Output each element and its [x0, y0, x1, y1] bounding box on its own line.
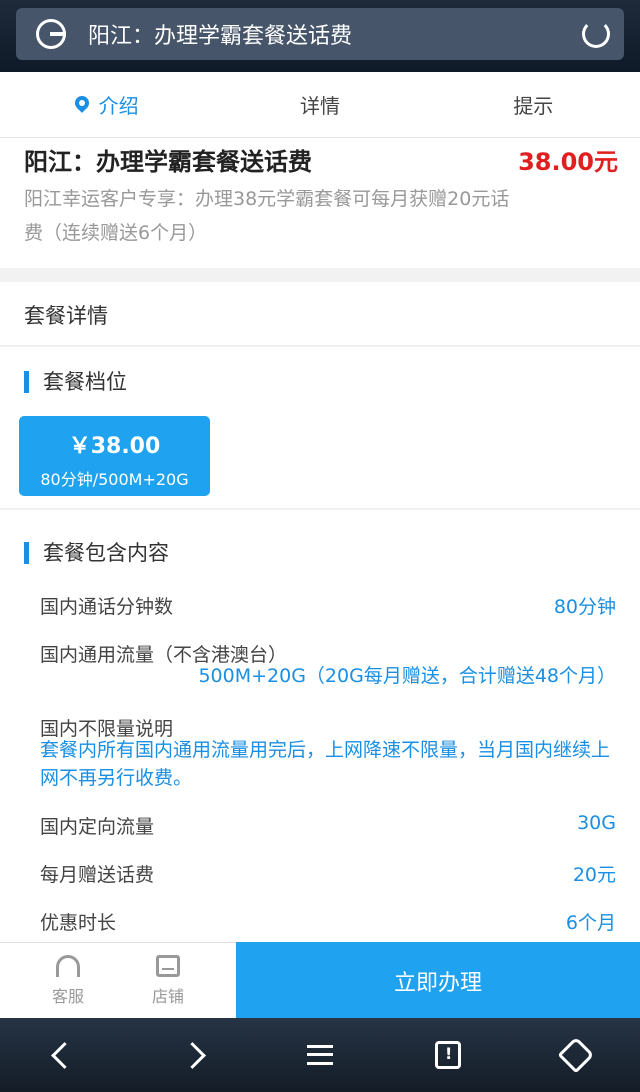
tabs-icon	[435, 1041, 461, 1069]
tab-tips[interactable]: 提示	[427, 72, 640, 137]
url-bar-text: 阳江：办理学霸套餐送话费	[88, 24, 353, 49]
tier-title: 套餐档位	[24, 371, 127, 393]
package-title: 阳江：办理学霸套餐送话费	[24, 148, 312, 176]
row-value-duration: 6个月	[565, 912, 616, 934]
tab-details-label: 详情	[299, 94, 340, 118]
browser-logo-icon[interactable]	[36, 19, 66, 49]
contents-section: 套餐包含内容 国内通话分钟数 80分钟 国内通用流量（不含港澳台） 500M+2…	[0, 510, 640, 942]
forward-icon[interactable]	[162, 1025, 222, 1085]
menu-button[interactable]	[290, 1025, 350, 1085]
package-price: 38.00元	[518, 148, 618, 176]
bottom-action-bar: 客服 店铺 立即办理	[0, 942, 640, 1019]
row-value-targeted: 30G	[577, 812, 616, 834]
back-icon[interactable]	[34, 1025, 94, 1085]
row-value-data: 500M+20G（20G每月赠送，合计赠送48个月）	[198, 665, 616, 687]
location-pin-icon	[75, 96, 89, 114]
menu-icon	[307, 1045, 333, 1065]
system-nav-bar	[0, 1018, 640, 1092]
apply-now-button[interactable]: 立即办理	[236, 942, 640, 1019]
tab-details[interactable]: 详情	[213, 72, 426, 137]
package-description: 阳江幸运客户专享：办理38元学霸套餐可每月获赠20元话费（连续赠送6个月）	[24, 188, 510, 244]
row-value-bonus: 20元	[572, 864, 616, 886]
contents-title: 套餐包含内容	[24, 542, 169, 564]
url-bar[interactable]: 阳江：办理学霸套餐送话费	[16, 8, 624, 60]
shop-label: 店铺	[151, 987, 184, 1006]
row-label-duration: 优惠时长	[40, 912, 117, 934]
tab-bar: 介绍 详情 提示	[0, 72, 640, 138]
home-icon	[557, 1036, 595, 1074]
intro-section: 阳江：办理学霸套餐送话费 38.00元 阳江幸运客户专享：办理38元学霸套餐可每…	[0, 138, 640, 268]
top-bar: 阳江：办理学霸套餐送话费	[0, 0, 640, 72]
detail-header: 套餐详情	[0, 282, 640, 346]
detail-header-label: 套餐详情	[24, 304, 108, 328]
tab-intro-label: 介绍	[98, 94, 139, 118]
row-value-minutes: 80分钟	[553, 596, 616, 618]
headset-icon	[56, 955, 80, 977]
row-label-minutes: 国内通话分钟数	[40, 596, 174, 618]
service-label: 客服	[51, 987, 84, 1006]
service-button[interactable]: 客服	[18, 943, 118, 1019]
row-value-unlimited: 套餐内所有国内通用流量用完后，上网降速不限量，当月国内继续上网不再另行收费。	[40, 739, 611, 789]
refresh-icon[interactable]	[582, 20, 610, 48]
tab-tips-label: 提示	[513, 94, 554, 118]
tabs-button[interactable]	[418, 1025, 478, 1085]
shop-button[interactable]: 店铺	[118, 943, 218, 1019]
row-label-targeted: 国内定向流量	[40, 816, 155, 838]
tier-option-38[interactable]: ￥38.00 80分钟/500M+20G	[19, 416, 210, 496]
shop-icon	[156, 955, 180, 977]
tier-price: ￥38.00	[68, 434, 161, 459]
row-label-bonus: 每月赠送话费	[40, 864, 155, 886]
tier-spec: 80分钟/500M+20G	[40, 470, 189, 489]
home-button[interactable]	[546, 1025, 606, 1085]
tab-intro[interactable]: 介绍	[0, 72, 213, 137]
tier-section: 套餐档位 ￥38.00 80分钟/500M+20G	[0, 347, 640, 509]
